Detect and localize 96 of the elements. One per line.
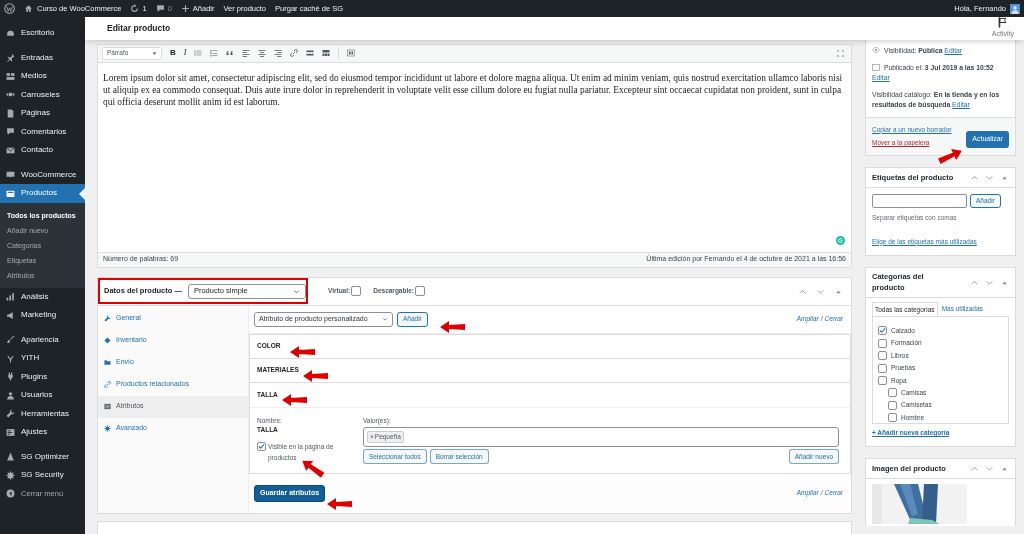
gear-icon [6, 470, 15, 480]
checkbox[interactable] [351, 286, 362, 296]
read-more-icon[interactable] [306, 49, 315, 57]
sidebar-item[interactable]: Comentarios [0, 122, 85, 141]
sidebar-item[interactable]: Productos [0, 184, 85, 203]
eye-icon [872, 45, 880, 54]
fullscreen-icon[interactable] [837, 49, 844, 57]
collapse-icon [6, 489, 15, 498]
home-icon [24, 4, 33, 13]
sidebar-item[interactable]: YITH [0, 349, 85, 368]
check-icon [879, 327, 886, 335]
editor-text: Lorem ipsum dolor sit amet, consectetur adipiscing elit, sed do eiusmod tempor incididunt ut labore et dolore magna aliqua. Ut enim ad minim veniam, quis nostrud exercitation ullamco laboris nisi ut aliquip ex ea commodo consequat. Duis aute irure dolor in reprehenderit in voluptate velit esse cillum dolore eu fugiat nulla pariatur. Excepteur sint occaecat cupidatat non proident, sunt in culpa qui officia deserunt mollit anim id est laborum. [103, 71, 844, 108]
checkbox[interactable] [888, 388, 897, 398]
plus-icon [180, 4, 190, 13]
triangle-up-icon[interactable] [1000, 173, 1009, 182]
tag-input-field[interactable] [872, 194, 967, 208]
checkbox[interactable] [415, 286, 426, 296]
checkbox[interactable] [878, 338, 887, 348]
sidebar-item[interactable]: Páginas [0, 104, 85, 123]
checkbox[interactable] [888, 413, 897, 423]
comment-icon [6, 127, 15, 137]
checkbox[interactable] [257, 442, 266, 451]
sidebar-item[interactable]: Marketing [0, 306, 85, 325]
link-icon [104, 381, 111, 388]
caret-icon [152, 50, 157, 56]
gauge-icon [6, 28, 15, 38]
sidebar-item[interactable]: Apariencia [0, 330, 85, 349]
triangle-icon [6, 452, 15, 462]
numbered-list-icon[interactable] [210, 49, 219, 57]
diamond-icon [104, 337, 111, 344]
brush-icon [6, 335, 15, 345]
sliders-icon [6, 427, 15, 437]
quote-icon[interactable] [226, 49, 235, 57]
bold-button[interactable]: B [170, 47, 176, 59]
sidebar-item[interactable]: WooCommerce [0, 165, 85, 184]
sidebar-item[interactable]: SG Security [0, 466, 85, 485]
sidebar-item[interactable]: Ajustes [0, 423, 85, 442]
annotation-arrow [327, 498, 352, 510]
toolbar-toggle-icon[interactable] [322, 49, 331, 57]
logo-icon[interactable] [4, 3, 15, 14]
wrench-icon [104, 315, 111, 322]
annotation-arrow [282, 394, 307, 406]
media-icon [6, 71, 15, 81]
refresh-icon [130, 4, 140, 13]
sidebar-item[interactable]: Carruseles [0, 85, 85, 104]
sidebar-item[interactable]: Plugins [0, 367, 85, 386]
sidebar-item[interactable]: Contacto [0, 141, 85, 160]
pin-icon [6, 53, 15, 63]
link-icon[interactable] [290, 49, 299, 57]
sidebar-item[interactable]: Entradas [0, 48, 85, 67]
megaphone-icon [6, 310, 15, 320]
layout-icon[interactable] [347, 49, 356, 57]
envelope-icon [6, 145, 15, 155]
chevron-down-icon [382, 316, 388, 322]
bar-chart-icon [6, 292, 15, 302]
round-badge-icon[interactable] [836, 235, 845, 245]
gear-icon [104, 425, 111, 432]
chevron-up-icon[interactable] [970, 464, 979, 473]
fork-icon [6, 353, 15, 363]
archive-icon [6, 188, 15, 198]
sidebar-item[interactable]: Usuarios [0, 386, 85, 405]
table-icon [104, 403, 111, 410]
user-icon [6, 390, 15, 400]
checkbox[interactable] [878, 375, 887, 385]
calendar-icon [872, 62, 880, 71]
sidebar-item[interactable]: SG Optimizer [0, 447, 85, 466]
align-center-icon[interactable] [258, 49, 267, 57]
chevron-down-icon [292, 287, 300, 295]
checkbox[interactable] [878, 363, 887, 373]
speech-box-icon [6, 170, 15, 180]
page-icon [6, 108, 15, 118]
sidebar-item[interactable]: Análisis [0, 287, 85, 306]
check-icon [258, 443, 265, 450]
folder-icon [104, 359, 111, 366]
align-left-icon[interactable] [242, 49, 251, 57]
plug-icon [6, 372, 15, 382]
checkbox[interactable] [888, 400, 897, 410]
avatar-icon[interactable] [1010, 3, 1020, 14]
chevron-down-icon[interactable] [985, 464, 994, 473]
checkbox[interactable] [878, 326, 887, 336]
page-title: Editar producto [107, 21, 171, 35]
wrench-icon [6, 409, 15, 419]
sidebar-item[interactable]: Medios [0, 67, 85, 86]
checkbox[interactable] [878, 351, 887, 361]
sidebar-item[interactable]: Escritorio [0, 24, 85, 43]
notch-icon [79, 187, 85, 200]
triangle-up-icon[interactable] [1000, 464, 1009, 473]
comment-icon [155, 4, 165, 13]
chevron-up-icon[interactable] [970, 173, 979, 182]
sidebar-item[interactable]: Herramientas [0, 404, 85, 423]
align-right-icon[interactable] [274, 49, 283, 57]
chevron-down-icon[interactable] [985, 173, 994, 182]
annotation-arrow [303, 370, 328, 382]
annotation-arrow [290, 346, 315, 358]
annotation-arrow [440, 321, 465, 333]
italic-button[interactable]: I [183, 47, 187, 59]
